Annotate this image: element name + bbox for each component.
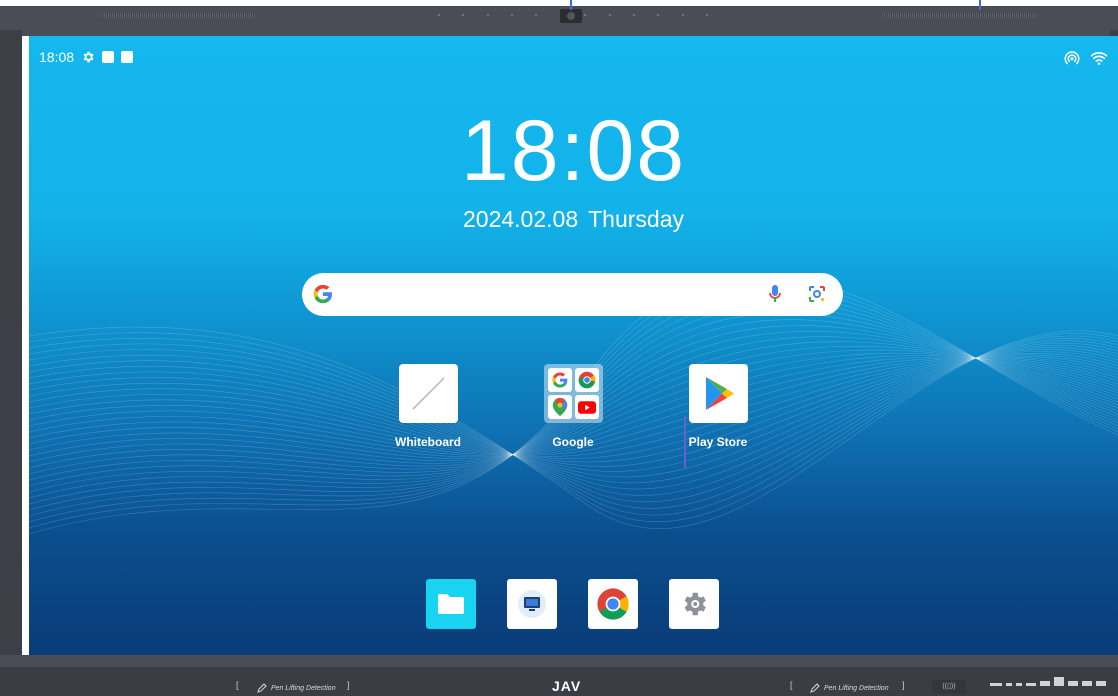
hotspot-icon[interactable]: [1063, 49, 1081, 67]
top-bezel: [0, 0, 1118, 36]
dock-settings[interactable]: [669, 579, 719, 629]
gear-icon[interactable]: [81, 50, 95, 64]
port: [1054, 677, 1064, 686]
port: [1096, 681, 1106, 686]
status-bar-left: 18:08: [39, 49, 134, 65]
clock-time: 18:08: [460, 103, 687, 199]
port: [1016, 683, 1022, 686]
screen-cast-icon: [518, 590, 546, 618]
left-bezel: [0, 30, 22, 666]
app-whiteboard[interactable]: Whiteboard: [378, 364, 478, 449]
status-time: 18:08: [39, 49, 75, 65]
google-g-icon: [313, 284, 332, 304]
pen-lifting-right[interactable]: Pen Lifting Detection: [810, 683, 889, 693]
wifi-icon[interactable]: [1090, 49, 1108, 67]
brand-logo: JAV: [552, 678, 582, 694]
status-bar-right: [1063, 49, 1108, 67]
files-icon: [438, 594, 464, 614]
bracket-right-open: [: [790, 680, 793, 690]
home-screen: 18:08 18:08 2024.02.08 Thursday Whiteboa…: [29, 36, 1118, 655]
youtube-mini-icon: [574, 395, 599, 419]
bracket-right-close: ]: [902, 680, 905, 690]
dock-files[interactable]: [426, 579, 476, 629]
touch-cursor: [684, 416, 686, 468]
pen-lifting-label: Pen Lifting Detection: [824, 684, 889, 692]
google-lens-icon[interactable]: [807, 284, 827, 304]
search-input[interactable]: [342, 280, 762, 308]
app-label: Play Store: [688, 435, 748, 449]
port: [1040, 681, 1050, 686]
app-label: Google: [552, 435, 594, 449]
nfc-button[interactable]: ((▯)): [932, 680, 966, 694]
microphone-icon[interactable]: [768, 284, 782, 304]
google-app-icon: [547, 368, 572, 392]
app-play-store[interactable]: Play Store: [668, 364, 768, 449]
left-speaker-grille: [100, 13, 255, 18]
settings-icon: [684, 592, 706, 616]
camera: [560, 9, 582, 23]
maps-mini-icon: [547, 395, 572, 419]
square-icon[interactable]: [102, 51, 115, 63]
callout-line: [979, 0, 981, 10]
port: [990, 683, 1002, 686]
bracket-left-close: ]: [347, 680, 350, 690]
port: [1026, 683, 1036, 686]
app-label: Whiteboard: [395, 435, 461, 449]
pen-lifting-label: Pen Lifting Detection: [271, 684, 336, 692]
dock-chrome[interactable]: [588, 579, 638, 629]
port: [1006, 683, 1012, 686]
clock-date: 2024.02.08 Thursday: [29, 206, 1118, 233]
bracket-left-open: [: [236, 680, 239, 690]
date-text: 2024.02.08: [463, 206, 579, 232]
pen-icon: [257, 683, 267, 693]
weekday-text: Thursday: [588, 206, 684, 232]
port: [1082, 681, 1092, 686]
pen-lifting-left[interactable]: Pen Lifting Detection: [257, 683, 336, 693]
dock-screen-cast[interactable]: [507, 579, 557, 629]
google-search-bar[interactable]: [302, 273, 843, 316]
square-icon[interactable]: [121, 51, 134, 63]
google-folder-icon[interactable]: [543, 364, 603, 423]
whiteboard-icon[interactable]: [398, 364, 458, 423]
chrome-mini-icon: [574, 368, 599, 392]
io-ports: [990, 677, 1106, 686]
pen-icon: [810, 683, 820, 693]
right-speaker-grille: [882, 13, 1037, 18]
port: [1068, 681, 1078, 686]
callout-line: [570, 0, 572, 10]
top-edge: [0, 0, 1118, 6]
play-store-icon[interactable]: [688, 364, 748, 423]
chrome-icon: [597, 588, 629, 620]
app-google-folder[interactable]: Google: [523, 364, 623, 449]
